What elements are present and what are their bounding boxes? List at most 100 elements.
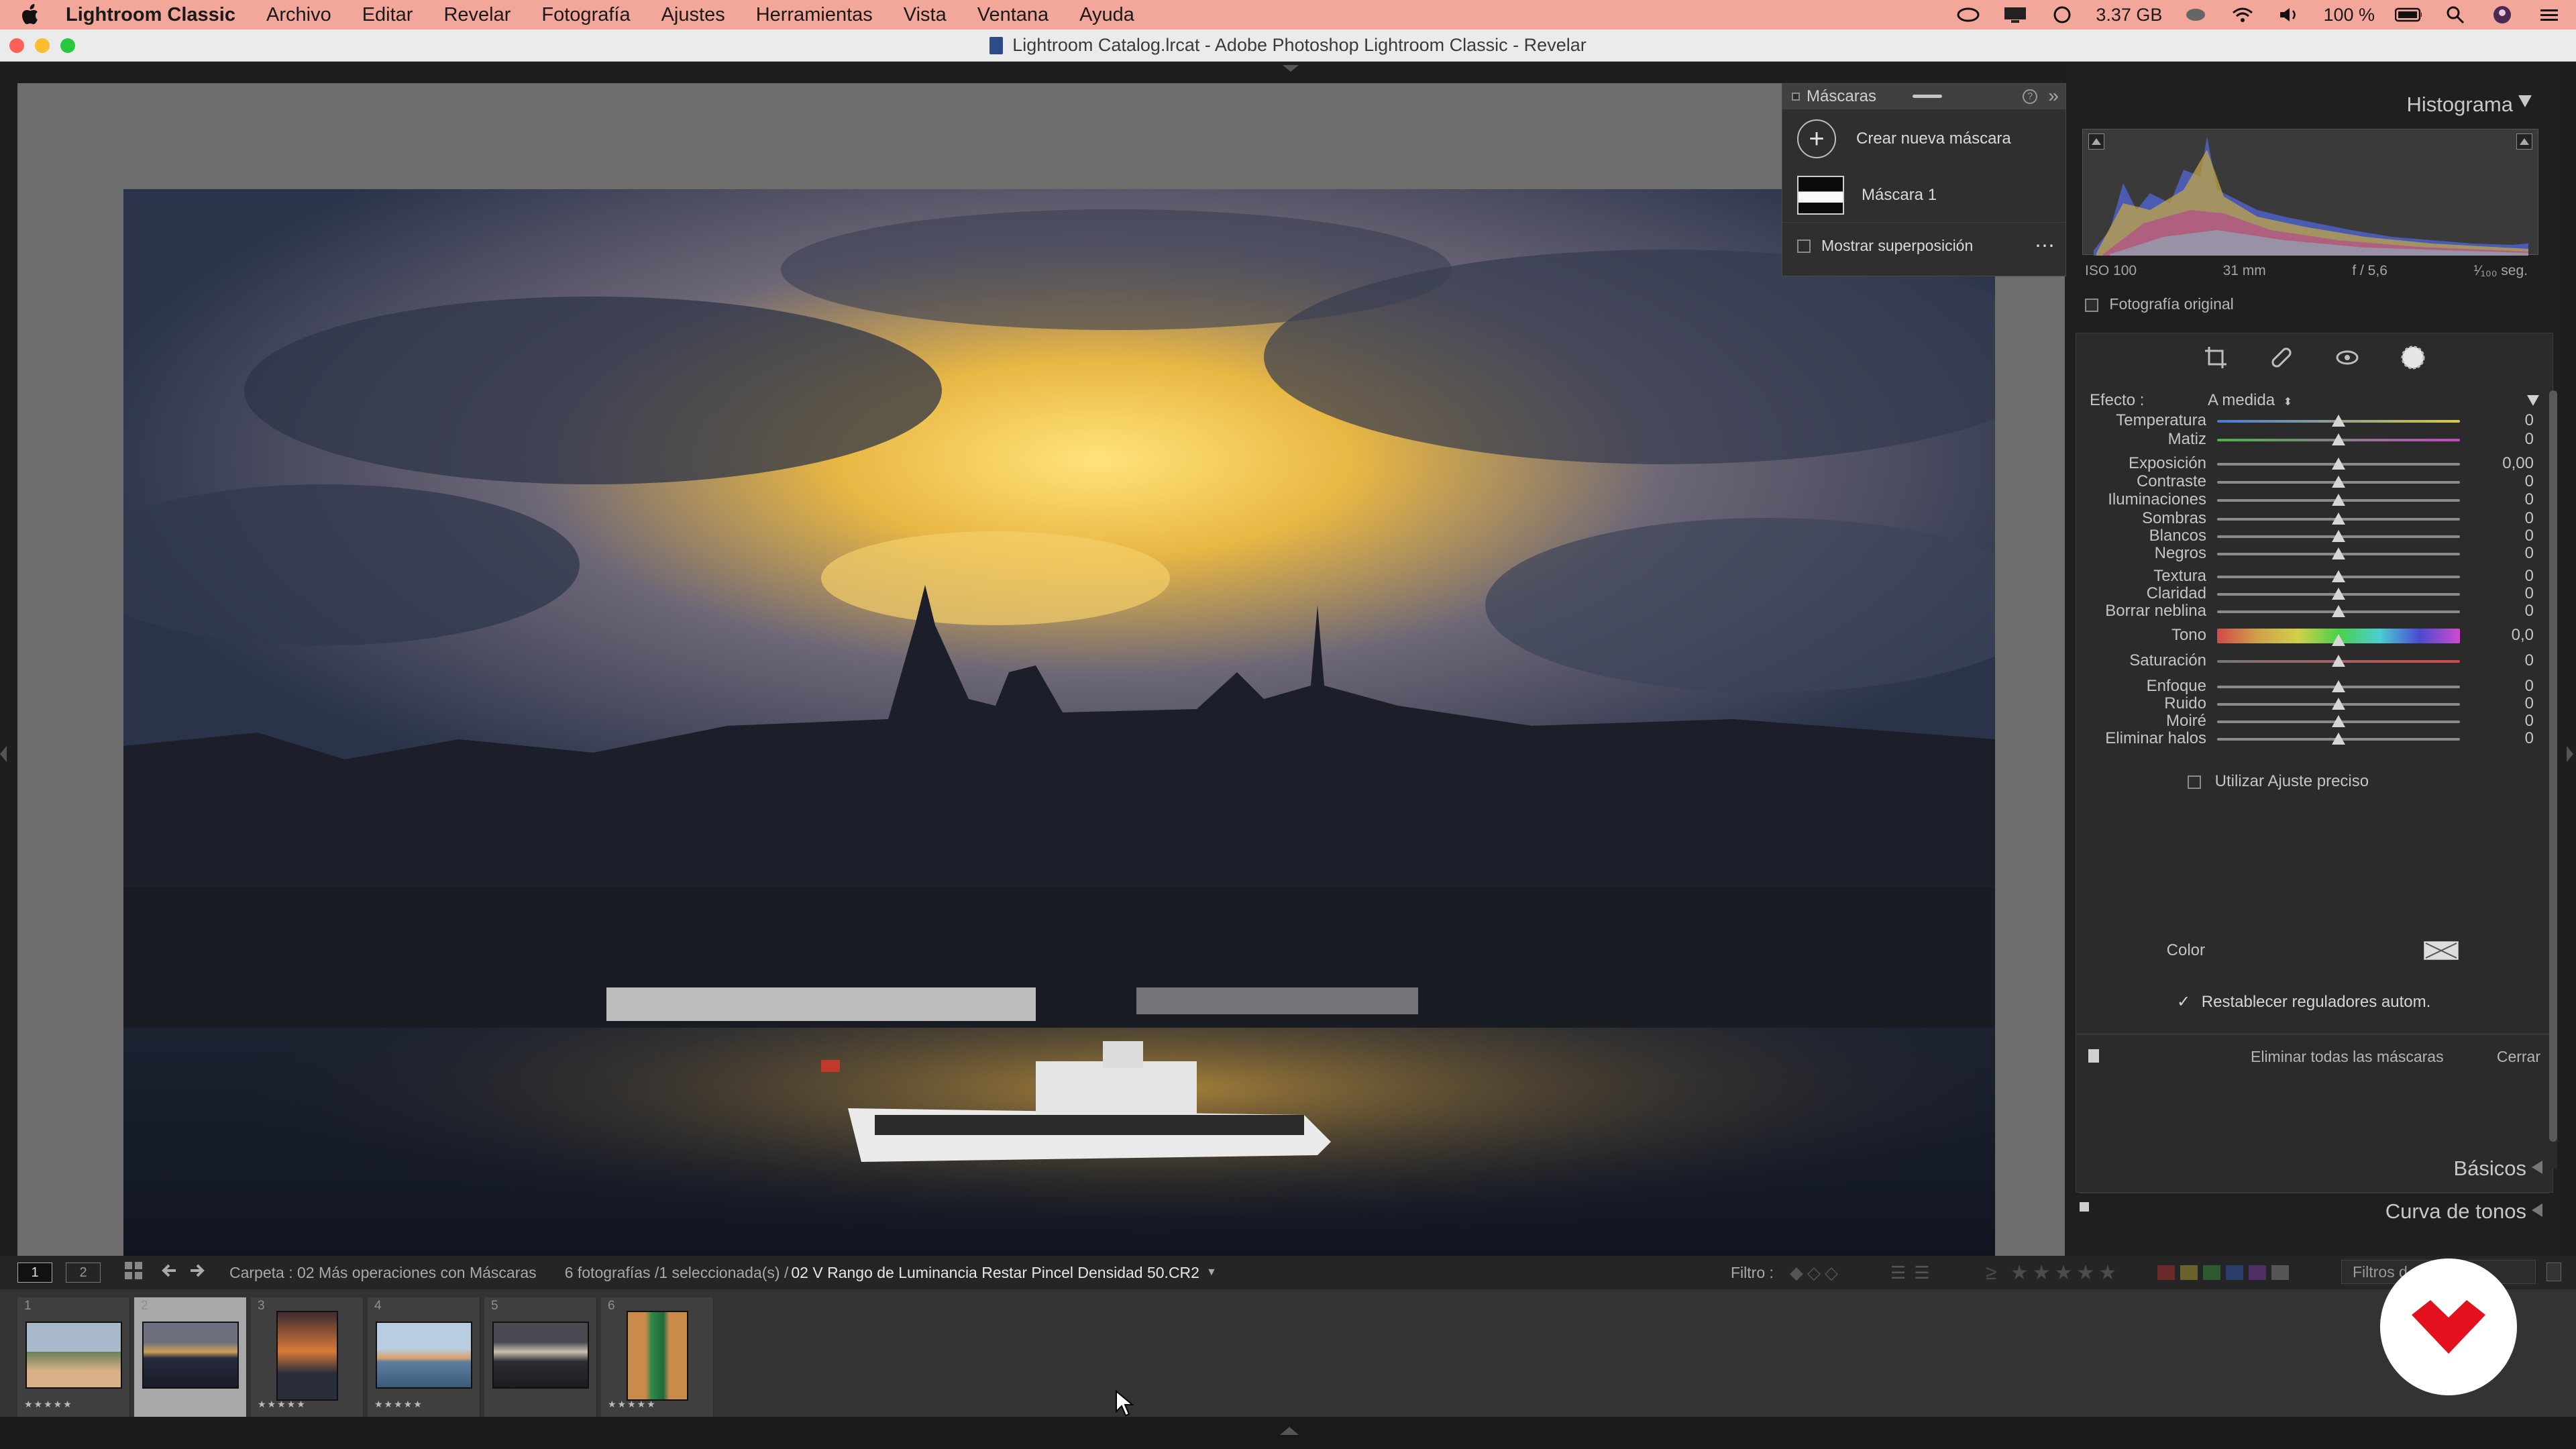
create-mask-label[interactable]: Crear nueva máscara bbox=[1856, 129, 2011, 148]
menu-herramientas[interactable]: Herramientas bbox=[756, 4, 873, 26]
filename-dropdown-icon[interactable]: ▼ bbox=[1206, 1267, 1217, 1279]
folder-breadcrumb[interactable]: Carpeta : 02 Más operaciones con Máscara… bbox=[229, 1264, 537, 1282]
left-panel-toggle-icon[interactable] bbox=[0, 746, 7, 762]
slider-thumb[interactable] bbox=[2332, 476, 2345, 488]
battery-icon[interactable] bbox=[2395, 5, 2422, 25]
main-window-button[interactable]: 1 bbox=[17, 1263, 52, 1283]
slider-saturación[interactable]: Saturación 0 bbox=[2076, 649, 2554, 674]
slider-value[interactable]: 0 bbox=[2525, 602, 2534, 621]
delete-all-masks-button[interactable]: Eliminar todas las máscaras bbox=[2251, 1048, 2444, 1066]
slider-thumb[interactable] bbox=[2332, 458, 2345, 470]
red-label-filter[interactable] bbox=[2157, 1265, 2175, 1280]
filmstrip-thumb-3[interactable]: 3 ★★★★★ bbox=[251, 1297, 364, 1417]
edit-filter-icons[interactable]: ☰☰ bbox=[1890, 1263, 1938, 1283]
tone-curve-panel-header[interactable]: Curva de tonos bbox=[2385, 1199, 2526, 1224]
gray-label-filter[interactable] bbox=[2271, 1265, 2289, 1280]
previous-photo-icon[interactable] bbox=[160, 1263, 177, 1283]
thumb-image-3[interactable] bbox=[276, 1311, 338, 1401]
slider-eliminar-halos[interactable]: Eliminar halos 0 bbox=[2076, 727, 2554, 752]
slider-value[interactable]: 0 bbox=[2525, 544, 2534, 563]
thumb-image-6[interactable] bbox=[627, 1311, 688, 1401]
green-label-filter[interactable] bbox=[2203, 1265, 2220, 1280]
thumb-image-4[interactable] bbox=[376, 1322, 472, 1389]
menu-archivo[interactable]: Archivo bbox=[266, 4, 331, 26]
blue-label-filter[interactable] bbox=[2226, 1265, 2243, 1280]
menu-editar[interactable]: Editar bbox=[362, 4, 413, 26]
original-photo-checkbox[interactable] bbox=[2085, 298, 2098, 312]
basics-panel-header[interactable]: Básicos bbox=[2453, 1157, 2526, 1181]
panel-switch-icon[interactable] bbox=[2088, 1049, 2099, 1063]
show-overlay-checkbox[interactable] bbox=[1797, 239, 1811, 253]
memory-icon[interactable] bbox=[2049, 5, 2076, 25]
slider-thumb[interactable] bbox=[2332, 588, 2345, 600]
panel-scrollbar[interactable] bbox=[2549, 390, 2557, 1169]
yellow-label-filter[interactable] bbox=[2180, 1265, 2198, 1280]
flag-filter-icons[interactable]: ◆◇◇ bbox=[1790, 1263, 1842, 1283]
next-photo-icon[interactable] bbox=[189, 1263, 207, 1283]
menu-ajustes[interactable]: Ajustes bbox=[661, 4, 725, 26]
slider-thumb[interactable] bbox=[2332, 513, 2345, 525]
masking-tool-icon[interactable] bbox=[2400, 344, 2426, 371]
slider-thumb[interactable] bbox=[2332, 680, 2345, 692]
scrollbar-thumb[interactable] bbox=[2549, 390, 2557, 1142]
rating-filter-stars[interactable]: ≥ ★★★★★ bbox=[1986, 1261, 2121, 1285]
slider-negros[interactable]: Negros 0 bbox=[2076, 541, 2554, 567]
more-options-icon[interactable]: ⋯ bbox=[2035, 234, 2055, 258]
slider-thumb[interactable] bbox=[2332, 605, 2345, 617]
color-swatch[interactable] bbox=[2424, 941, 2459, 960]
effect-preset-value[interactable]: A medida bbox=[2208, 391, 2275, 409]
menu-vista[interactable]: Vista bbox=[904, 4, 947, 26]
checkmark-icon[interactable]: ✓ bbox=[2177, 993, 2190, 1011]
slider-borrar-neblina[interactable]: Borrar neblina 0 bbox=[2076, 599, 2554, 625]
mask-thumbnail[interactable] bbox=[1797, 176, 1844, 215]
slider-value[interactable]: 0 bbox=[2525, 651, 2534, 670]
expand-panel-icon[interactable]: » bbox=[2048, 85, 2059, 107]
display-icon[interactable] bbox=[2002, 5, 2029, 25]
fine-tune-label[interactable]: Utilizar Ajuste preciso bbox=[2215, 772, 2369, 790]
menu-revelar[interactable]: Revelar bbox=[443, 4, 511, 26]
slider-value[interactable]: 0,0 bbox=[2512, 626, 2534, 645]
slider-thumb[interactable] bbox=[2332, 494, 2345, 506]
collapse-bar-icon[interactable] bbox=[1913, 95, 1942, 98]
slider-thumb[interactable] bbox=[2332, 715, 2345, 727]
effect-preset-dropdown[interactable]: A medida ⬍ bbox=[2208, 391, 2292, 410]
filmstrip-thumb-4[interactable]: 4 ★★★★★ bbox=[368, 1297, 480, 1417]
current-filename[interactable]: 02 V Rango de Luminancia Restar Pincel D… bbox=[791, 1264, 1199, 1282]
dropdown-arrows-icon[interactable]: ⬍ bbox=[2284, 396, 2292, 408]
basics-expand-icon[interactable] bbox=[2532, 1161, 2542, 1177]
slider-matiz[interactable]: Matiz 0 bbox=[2076, 427, 2554, 453]
help-icon[interactable]: ? bbox=[2023, 89, 2037, 104]
close-mask-button[interactable]: Cerrar bbox=[2497, 1048, 2540, 1066]
slider-thumb[interactable] bbox=[2332, 733, 2345, 745]
menu-fotografia[interactable]: Fotografía bbox=[541, 4, 630, 26]
top-panel-toggle-icon[interactable] bbox=[1283, 63, 1299, 72]
color-label-filter[interactable] bbox=[2157, 1265, 2289, 1280]
mask-1-label[interactable]: Máscara 1 bbox=[1862, 186, 1937, 205]
auto-reset-label[interactable]: Restablecer reguladores autom. bbox=[2202, 993, 2431, 1011]
fine-tune-checkbox[interactable] bbox=[2188, 775, 2201, 789]
crop-tool-icon[interactable] bbox=[2202, 344, 2229, 371]
filmstrip-thumb-1[interactable]: 1 ★★★★★ bbox=[17, 1297, 130, 1417]
close-window-button[interactable] bbox=[9, 38, 24, 53]
grid-view-icon[interactable] bbox=[123, 1260, 144, 1285]
app-name-menu[interactable]: Lightroom Classic bbox=[66, 4, 235, 26]
effect-collapse-icon[interactable] bbox=[2527, 395, 2539, 409]
apple-icon[interactable] bbox=[20, 3, 43, 26]
slider-thumb[interactable] bbox=[2332, 547, 2345, 559]
masks-panel-header[interactable]: Máscaras ? » bbox=[1782, 84, 2065, 109]
secondary-window-button[interactable]: 2 bbox=[66, 1263, 101, 1283]
filmstrip-thumb-5[interactable]: 5 bbox=[484, 1297, 597, 1417]
slider-value[interactable]: 0 bbox=[2525, 430, 2534, 449]
original-photo-label[interactable]: Fotografía original bbox=[2109, 295, 2233, 313]
creative-cloud-icon[interactable] bbox=[1955, 5, 1982, 25]
mask-1-row[interactable]: Máscara 1 bbox=[1782, 168, 2065, 222]
search-icon[interactable] bbox=[2442, 5, 2469, 25]
volume-icon[interactable] bbox=[2276, 5, 2303, 25]
thumb-image-2[interactable] bbox=[142, 1322, 239, 1389]
slider-value[interactable]: 0 bbox=[2525, 729, 2534, 748]
histogram[interactable] bbox=[2082, 129, 2538, 256]
slider-thumb[interactable] bbox=[2332, 415, 2345, 427]
histogram-title[interactable]: Histograma bbox=[2407, 93, 2514, 117]
menu-ayuda[interactable]: Ayuda bbox=[1079, 4, 1134, 26]
right-panel-toggle-icon[interactable] bbox=[2567, 746, 2573, 762]
